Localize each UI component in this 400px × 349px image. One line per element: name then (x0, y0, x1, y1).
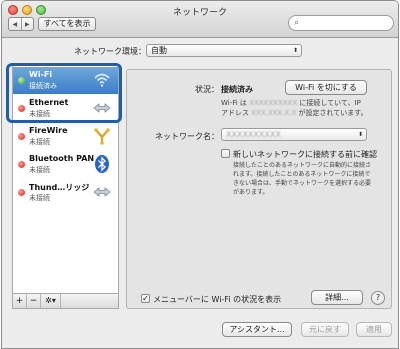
ask-to-join-label: 新しいネットワークに接続する前に確認 (233, 150, 377, 159)
network-name-select[interactable]: XXXXXXXXXX ⬍ (221, 128, 367, 141)
firewire-icon (94, 128, 110, 145)
service-name: Thund…リッジ (29, 183, 90, 192)
service-status: 未接続 (29, 194, 50, 202)
advanced-button[interactable]: 詳細... (311, 290, 363, 305)
network-name-label: ネットワーク名： (155, 132, 219, 141)
service-name: Bluetooth PAN (29, 154, 95, 163)
service-status: 未接続 (29, 166, 50, 174)
status-dot-disconnected-icon (18, 105, 25, 112)
show-wifi-status-checkbox[interactable]: ✓ (141, 294, 150, 303)
show-wifi-status-label: メニューバーに Wi-Fi の状況を表示 (153, 295, 282, 304)
network-name-blurred: XXXXXXXXXX (249, 99, 298, 107)
status-desc-mid: に接続していて、IP (299, 99, 361, 107)
help-button[interactable]: ? (371, 291, 385, 305)
remove-service-button[interactable]: − (27, 294, 41, 308)
revert-button[interactable]: 元に戻す (301, 322, 349, 337)
service-name: Wi-Fi (29, 70, 53, 79)
ip-address-blurred: XXX.XXX.X.X (251, 109, 297, 117)
status-dot-connected-icon (18, 77, 25, 84)
search-field[interactable]: ⌕ (288, 15, 394, 31)
status-dot-disconnected-icon (18, 133, 25, 140)
service-item-thunderbolt-bridge[interactable]: Thund…リッジ 未接続 (13, 179, 118, 206)
search-icon: ⌕ (294, 18, 300, 28)
add-service-button[interactable]: + (13, 294, 27, 308)
status-value: 接続済み (221, 85, 253, 94)
service-status: 未接続 (29, 138, 50, 146)
forward-button[interactable]: ▶ (22, 18, 34, 30)
bluetooth-icon (95, 155, 109, 173)
back-button[interactable]: ◀ (9, 18, 22, 30)
status-desc-post: が設定されています。 (298, 109, 368, 117)
status-label: 状況： (195, 85, 219, 94)
service-item-wifi[interactable]: Wi-Fi 接続済み (13, 67, 118, 94)
status-description: Wi-Fi は XXXXXXXXXX に接続していて、IP アドレス XXX.X… (221, 98, 381, 118)
service-name: Ethernet (29, 98, 69, 107)
service-status: 未接続 (29, 110, 50, 118)
network-preferences-window: ネットワーク ◀ ▶ すべてを表示 ⌕ ネットワーク環境： 自動 ⬍ Wi-Fi… (1, 0, 399, 349)
select-arrows-icon: ⬍ (357, 131, 363, 138)
back-forward-buttons: ◀ ▶ (8, 17, 34, 31)
service-name: FireWire (29, 126, 68, 135)
ask-to-join-help: 接続したことのあるネットワークに自動的に接続されます。接続したことのあるネットワ… (233, 162, 372, 196)
status-dot-disconnected-icon (18, 189, 25, 196)
assistant-button[interactable]: アシスタント... (222, 322, 292, 337)
ask-to-join-checkbox[interactable] (221, 149, 230, 158)
select-arrows-icon: ⬍ (292, 47, 298, 54)
gear-menu-button[interactable]: ✲▾ (41, 294, 61, 308)
location-value: 自動 (151, 46, 167, 55)
location-label: ネットワーク環境： (74, 47, 146, 56)
thunderbolt-bridge-arrows-icon (93, 187, 111, 197)
wifi-icon (94, 73, 110, 87)
service-status: 接続済み (29, 82, 57, 90)
status-dot-disconnected-icon (18, 161, 25, 168)
ethernet-arrows-icon (93, 103, 111, 113)
title-bar: ネットワーク ◀ ▶ すべてを表示 ⌕ (2, 1, 398, 38)
service-item-ethernet[interactable]: Ethernet 未接続 (13, 95, 118, 122)
status-desc-pre: Wi-Fi は (221, 99, 247, 107)
service-item-firewire[interactable]: FireWire 未接続 (13, 123, 118, 150)
show-all-button[interactable]: すべてを表示 (38, 17, 96, 31)
service-detail-panel: 状況： 接続済み Wi-Fi を切にする Wi-Fi は XXXXXXXXXX … (126, 69, 392, 309)
service-item-bluetooth-pan[interactable]: Bluetooth PAN 未接続 (13, 151, 118, 178)
apply-button[interactable]: 適用 (356, 322, 392, 337)
location-select[interactable]: 自動 ⬍ (146, 44, 302, 57)
network-name-value: XXXXXXXXXX (226, 130, 281, 139)
turn-wifi-off-button[interactable]: Wi-Fi を切にする (285, 80, 367, 95)
status-desc-addr-label: アドレス (221, 109, 249, 117)
service-list-toolbar: + − ✲▾ (12, 293, 119, 309)
